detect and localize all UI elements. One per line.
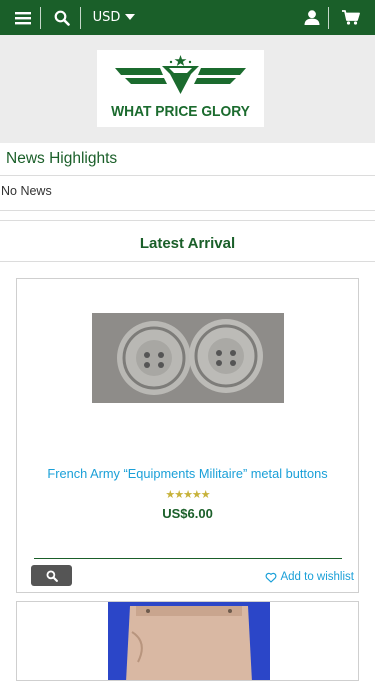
currency-label: USD (92, 10, 121, 25)
news-heading: News Highlights (6, 150, 118, 167)
add-to-wishlist-link[interactable]: Add to wishlist (265, 571, 354, 583)
caret-down-icon (125, 13, 136, 20)
search-icon (46, 570, 58, 582)
search-icon[interactable] (46, 0, 78, 35)
product-card (16, 601, 359, 681)
menu-icon[interactable] (8, 0, 38, 35)
quick-view-button[interactable] (31, 565, 72, 586)
latest-arrival-heading: Latest Arrival (139, 235, 236, 252)
currency-selector[interactable]: USD (88, 0, 140, 35)
product-image[interactable] (108, 602, 270, 680)
cart-icon[interactable] (338, 0, 364, 35)
news-empty-text: No News (1, 184, 52, 198)
divider (0, 220, 375, 221)
user-icon[interactable] (298, 0, 326, 35)
divider (34, 558, 342, 559)
divider (0, 210, 375, 211)
logo-text: WHAT PRICE GLORY (111, 103, 250, 120)
divider (80, 7, 81, 29)
product-image[interactable] (92, 313, 284, 403)
divider (40, 7, 41, 29)
product-name-link[interactable]: French Army “Equipments Militaire” metal… (17, 466, 358, 481)
site-logo[interactable]: WHAT PRICE GLORY (97, 50, 264, 127)
divider (328, 7, 329, 29)
top-navigation-bar: USD (0, 0, 375, 35)
product-price: US$6.00 (162, 506, 213, 521)
logo-banner: WHAT PRICE GLORY (0, 35, 375, 143)
wishlist-label: Add to wishlist (280, 571, 354, 583)
divider (0, 261, 375, 262)
rating-stars: ★★★★★ (165, 488, 210, 501)
logo-emblem-icon (115, 55, 246, 94)
product-card: French Army “Equipments Militaire” metal… (16, 278, 359, 593)
heart-icon (266, 572, 277, 583)
divider (0, 175, 375, 176)
